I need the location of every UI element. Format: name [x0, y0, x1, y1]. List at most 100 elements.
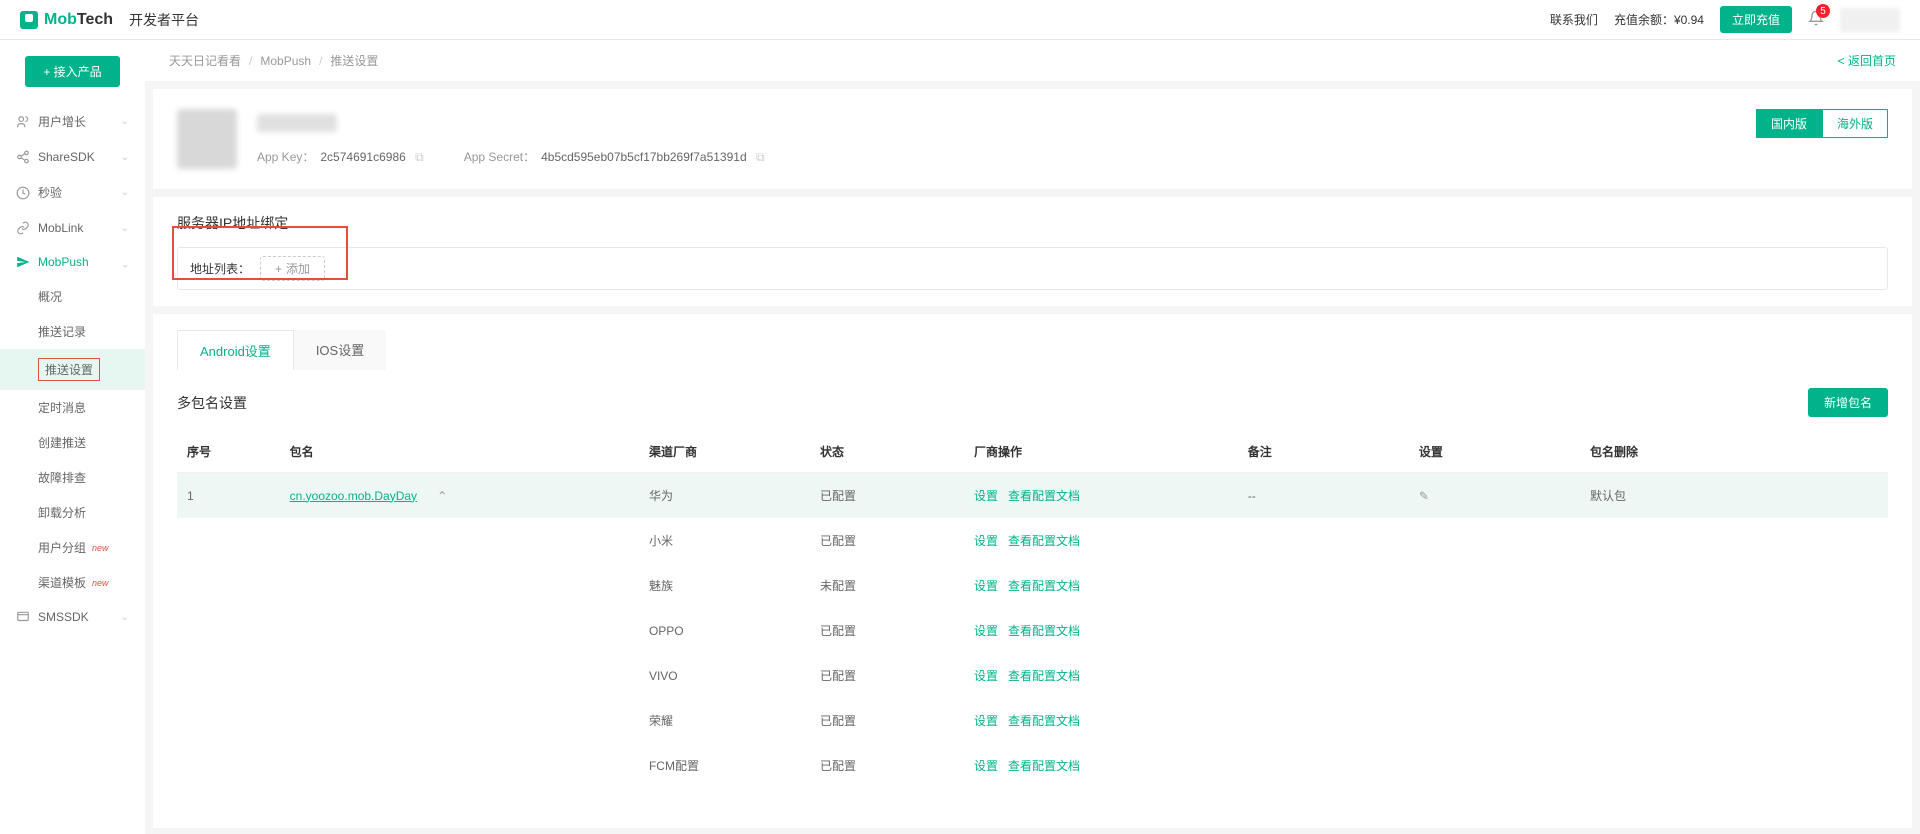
chevron-down-icon: ⌄: [121, 116, 129, 127]
op-doc[interactable]: 查看配置文档: [1008, 714, 1080, 728]
cell-vendor: 魅族: [639, 563, 810, 608]
op-doc[interactable]: 查看配置文档: [1008, 624, 1080, 638]
sub-push-record[interactable]: 推送记录: [0, 314, 145, 349]
op-set[interactable]: 设置: [974, 534, 998, 548]
plus-icon: +: [275, 262, 282, 276]
cell-vendor: OPPO: [639, 608, 810, 653]
cell-status: 已配置: [810, 698, 964, 743]
sub-uninstall[interactable]: 卸载分析: [0, 495, 145, 530]
settings-card: Android设置 IOS设置 多包名设置 新增包名 序号 包名 渠道厂商 状态…: [153, 314, 1912, 828]
op-doc[interactable]: 查看配置文档: [1008, 669, 1080, 683]
logo-text: MobTech: [44, 11, 113, 29]
th-vendor: 渠道厂商: [639, 431, 810, 473]
address-list-label: 地址列表：: [190, 260, 250, 277]
app-info-card: App Key：2c574691c6986 ⧉ App Secret：4b5cd…: [153, 89, 1912, 189]
th-status: 状态: [810, 431, 964, 473]
package-section-title: 多包名设置: [177, 393, 247, 413]
top-header: MobTech 开发者平台 联系我们 充值余额：¥0.94 立即充值 5: [0, 0, 1920, 40]
op-set[interactable]: 设置: [974, 759, 998, 773]
crumb-3: 推送设置: [330, 52, 378, 69]
app-icon: [177, 109, 237, 169]
sidebar: + 接入产品 用户增长 ⌄ ShareSDK ⌄ 秒验 ⌄: [0, 40, 145, 834]
logo[interactable]: MobTech 开发者平台: [20, 10, 199, 30]
sidebar-item-sharesdk[interactable]: ShareSDK ⌄: [0, 140, 145, 174]
sidebar-item-mobpush[interactable]: MobPush ⌃: [0, 245, 145, 279]
th-remark: 备注: [1238, 431, 1409, 473]
package-link[interactable]: cn.yoozoo.mob.DayDay: [290, 489, 417, 503]
cell-op: 设置查看配置文档: [964, 563, 1238, 608]
balance: 充值余额：¥0.94: [1614, 11, 1704, 28]
cell-seq: 1: [177, 473, 280, 519]
op-doc[interactable]: 查看配置文档: [1008, 759, 1080, 773]
chevron-down-icon: ⌄: [121, 223, 129, 234]
th-seq: 序号: [177, 431, 280, 473]
connect-product-button[interactable]: + 接入产品: [25, 56, 119, 87]
add-address-button[interactable]: + 添加: [260, 256, 325, 281]
crumb-2[interactable]: MobPush: [260, 54, 311, 68]
tab-domestic[interactable]: 国内版: [1756, 109, 1822, 138]
sub-push-settings[interactable]: 推送设置: [0, 349, 145, 390]
op-doc[interactable]: 查看配置文档: [1008, 579, 1080, 593]
sidebar-item-smssdk[interactable]: SMSSDK ⌄: [0, 600, 145, 634]
add-package-button[interactable]: 新增包名: [1808, 388, 1888, 417]
cell-op: 设置查看配置文档: [964, 743, 1238, 788]
op-doc[interactable]: 查看配置文档: [1008, 489, 1080, 503]
edit-icon[interactable]: ✎: [1419, 489, 1429, 503]
cell-del: 默认包: [1580, 473, 1888, 519]
table-row: 小米 已配置 设置查看配置文档: [177, 518, 1888, 563]
tab-android[interactable]: Android设置: [177, 330, 294, 370]
mobpush-submenu: 概况 推送记录 推送设置 定时消息 创建推送 故障排查 卸载分析 用户分组new…: [0, 279, 145, 600]
sub-overview[interactable]: 概况: [0, 279, 145, 314]
th-del: 包名删除: [1580, 431, 1888, 473]
notification-badge: 5: [1816, 4, 1830, 18]
op-set[interactable]: 设置: [974, 669, 998, 683]
sidebar-item-moblink[interactable]: MobLink ⌄: [0, 211, 145, 245]
chevron-down-icon: ⌄: [121, 152, 129, 163]
main-content: 天天日记看看 / MobPush / 推送设置 < 返回首页 App Key：2…: [145, 40, 1920, 834]
op-set[interactable]: 设置: [974, 714, 998, 728]
op-set[interactable]: 设置: [974, 489, 998, 503]
contact-link[interactable]: 联系我们: [1550, 11, 1598, 28]
logo-icon: [20, 11, 38, 29]
sidebar-item-second-verify[interactable]: 秒验 ⌄: [0, 174, 145, 211]
cell-setting: ✎: [1409, 473, 1580, 519]
smssdk-icon: [16, 610, 30, 624]
tab-ios[interactable]: IOS设置: [294, 330, 386, 370]
sub-user-group[interactable]: 用户分组new: [0, 530, 145, 565]
table-row: 荣耀 已配置 设置查看配置文档: [177, 698, 1888, 743]
cell-vendor: 小米: [639, 518, 810, 563]
app-name: [257, 114, 337, 132]
chevron-up-icon[interactable]: ⌃: [437, 489, 447, 503]
sidebar-item-user-growth[interactable]: 用户增长 ⌄: [0, 103, 145, 140]
copy-icon[interactable]: ⧉: [415, 150, 424, 164]
th-name: 包名: [280, 431, 639, 473]
cell-op: 设置查看配置文档: [964, 518, 1238, 563]
back-home-link[interactable]: < 返回首页: [1838, 52, 1896, 69]
tab-overseas[interactable]: 海外版: [1822, 109, 1888, 138]
recharge-button[interactable]: 立即充值: [1720, 6, 1792, 33]
package-table: 序号 包名 渠道厂商 状态 厂商操作 备注 设置 包名删除 1 cn.yoozo…: [177, 431, 1888, 788]
platform-name: 开发者平台: [129, 10, 199, 30]
sub-create-push[interactable]: 创建推送: [0, 425, 145, 460]
notifications-bell[interactable]: 5: [1808, 10, 1824, 29]
chevron-up-icon: ⌃: [121, 257, 129, 268]
op-set[interactable]: 设置: [974, 624, 998, 638]
cell-status: 已配置: [810, 473, 964, 519]
sub-timed-msg[interactable]: 定时消息: [0, 390, 145, 425]
cell-status: 已配置: [810, 743, 964, 788]
op-set[interactable]: 设置: [974, 579, 998, 593]
platform-tabs: Android设置 IOS设置: [177, 330, 1888, 370]
share-icon: [16, 150, 30, 164]
op-doc[interactable]: 查看配置文档: [1008, 534, 1080, 548]
copy-icon[interactable]: ⧉: [756, 150, 765, 164]
user-avatar[interactable]: [1840, 8, 1900, 32]
sub-channel-template[interactable]: 渠道模板new: [0, 565, 145, 600]
table-row: OPPO 已配置 设置查看配置文档: [177, 608, 1888, 653]
th-setting: 设置: [1409, 431, 1580, 473]
cell-vendor: FCM配置: [639, 743, 810, 788]
crumb-1[interactable]: 天天日记看看: [169, 52, 241, 69]
sub-troubleshoot[interactable]: 故障排查: [0, 460, 145, 495]
cell-status: 已配置: [810, 653, 964, 698]
app-secret: App Secret：4b5cd595eb07b5cf17bb269f7a513…: [464, 148, 765, 165]
table-row: 1 cn.yoozoo.mob.DayDay⌃ 华为 已配置 设置查看配置文档 …: [177, 473, 1888, 519]
